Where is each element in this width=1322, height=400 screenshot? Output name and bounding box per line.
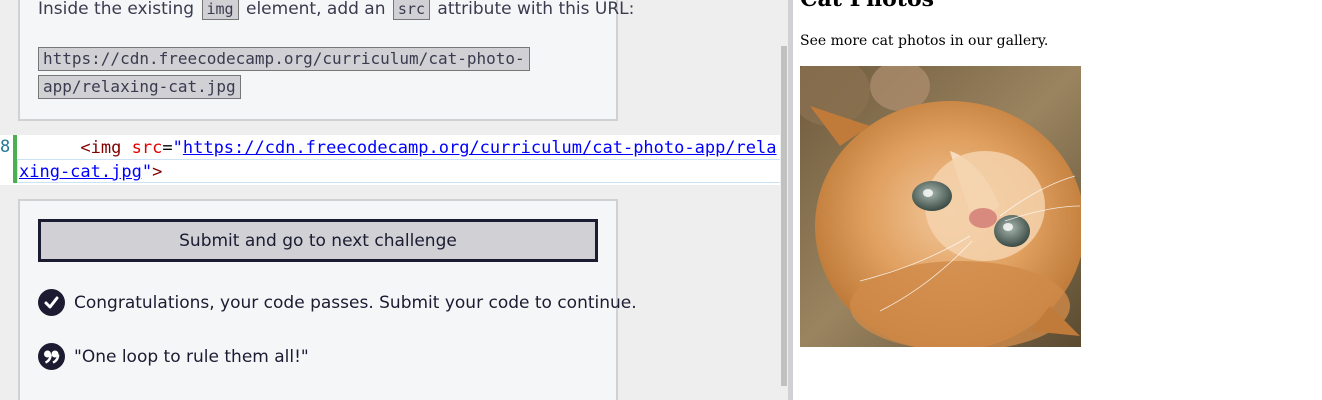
code-equals: =	[162, 138, 173, 158]
preview-paragraph: See more cat photos in our gallery.	[800, 33, 1049, 49]
url-line-2: app/relaxing-cat.jpg	[38, 75, 241, 99]
instruction-text-middle: element, add an	[246, 0, 386, 19]
code-url-part-1[interactable]: https://cdn.freecodecamp.org/curriculum/…	[183, 138, 736, 158]
success-message-text: Congratulations, your code passes. Submi…	[74, 292, 637, 313]
code-close-bracket: >	[152, 162, 163, 182]
editor-pane: Inside the existing img element, add an …	[0, 0, 788, 400]
line-number: 8	[0, 137, 11, 157]
test-results-panel: Submit and go to next challenge Congratu…	[18, 199, 637, 400]
quote-icon	[38, 343, 65, 370]
code-tag-name: img	[90, 138, 122, 158]
challenge-instructions: Inside the existing img element, add an …	[18, 0, 634, 121]
editor-scrollbar-thumb[interactable]	[781, 46, 787, 386]
cat-photo	[800, 66, 1081, 347]
code-tag-img: img	[201, 0, 239, 20]
success-message: Congratulations, your code passes. Submi…	[38, 289, 637, 316]
quote-message: "One loop to rule them all!"	[38, 343, 309, 370]
instruction-text-after: attribute with this URL:	[437, 0, 635, 19]
code-text[interactable]: <img src="https://cdn.freecodecamp.org/c…	[19, 136, 783, 184]
code-editor-line[interactable]: 8 <img src="https://cdn.freecodecamp.org…	[0, 135, 788, 185]
quote-message-text: "One loop to rule them all!"	[74, 346, 309, 367]
code-quote-open: "	[172, 138, 183, 158]
code-open-bracket: <	[80, 138, 91, 158]
url-line-1: https://cdn.freecodecamp.org/curriculum/…	[38, 47, 530, 71]
url-code-block: https://cdn.freecodecamp.org/curriculum/…	[38, 45, 530, 101]
instruction-text: Inside the existing img element, add an …	[38, 0, 634, 20]
submit-next-challenge-button[interactable]: Submit and go to next challenge	[38, 219, 598, 262]
code-attr-src: src	[392, 0, 431, 20]
check-circle-icon	[38, 289, 65, 316]
code-attribute: src	[131, 138, 163, 158]
preview-pane: Cat Photos See more cat photos in our ga…	[793, 0, 1322, 400]
preview-heading: Cat Photos	[800, 0, 934, 12]
instruction-text-before: Inside the existing	[38, 0, 195, 19]
code-quote-close: "	[141, 162, 153, 182]
